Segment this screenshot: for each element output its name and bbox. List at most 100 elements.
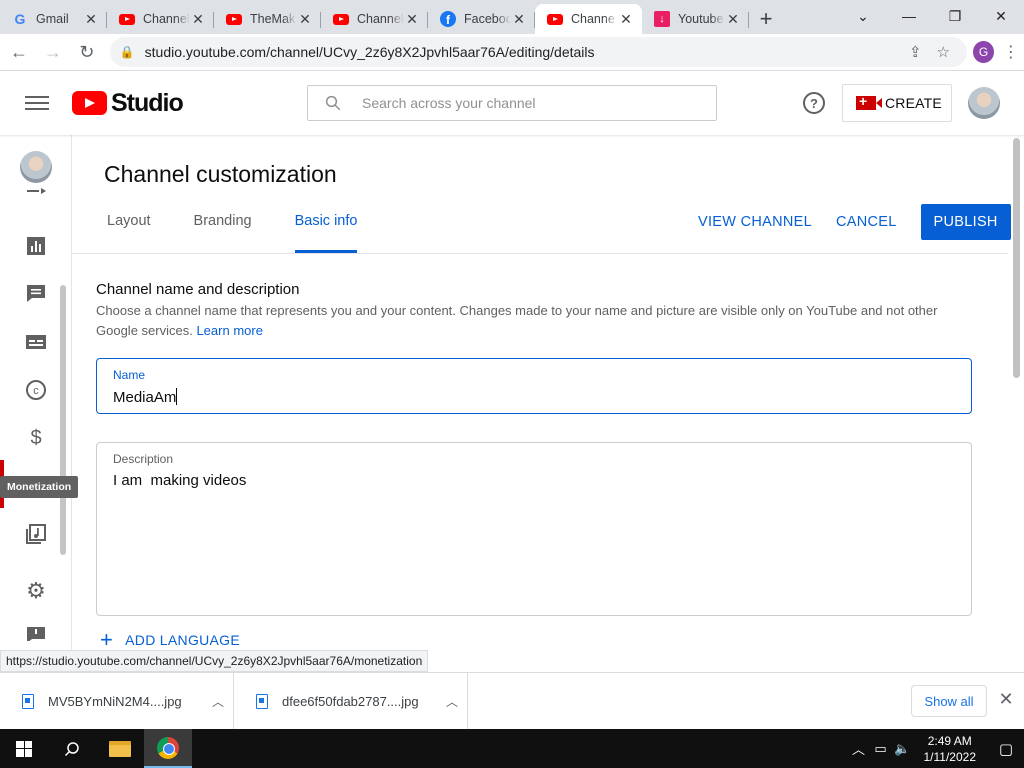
chevron-up-icon[interactable]: ︿ xyxy=(437,693,467,710)
monetization-tooltip: Monetization xyxy=(0,476,79,498)
hamburger-menu-icon[interactable] xyxy=(25,92,49,114)
image-file-icon xyxy=(256,693,268,709)
description-label: Description xyxy=(113,452,174,466)
download-filename: dfee6f50fdab2787....jpg xyxy=(282,693,419,709)
browser-tab-themak[interactable]: TheMak ✕ xyxy=(214,4,321,34)
download-filename: MV5BYmNiN2M4....jpg xyxy=(48,693,182,709)
audio-library-icon[interactable] xyxy=(24,522,48,546)
close-tab-icon[interactable]: ✕ xyxy=(725,11,741,27)
monetization-icon[interactable]: $ xyxy=(24,426,48,450)
address-bar[interactable]: 🔒 studio.youtube.com/channel/UCvy_2z6y8X… xyxy=(109,37,968,67)
name-label: Name xyxy=(113,368,146,382)
name-input[interactable]: MediaAm xyxy=(113,388,955,406)
youtube-icon xyxy=(333,11,349,27)
sidebar-scrollbar[interactable] xyxy=(60,285,66,555)
create-button[interactable]: CREATE xyxy=(842,84,952,122)
bookmark-star-icon[interactable]: ☆ xyxy=(929,43,957,61)
copyright-icon[interactable]: c xyxy=(24,378,48,402)
add-language-button[interactable]: + ADD LANGUAGE xyxy=(100,629,240,651)
browser-tab-youtube-downloader[interactable]: ↓ Youtube ✕ xyxy=(642,4,749,34)
volume-icon[interactable]: 🔈 xyxy=(892,741,914,757)
subtitles-icon[interactable] xyxy=(24,330,48,354)
settings-icon[interactable]: ⚙ xyxy=(24,578,48,603)
start-button[interactable] xyxy=(0,729,48,768)
download-item[interactable]: MV5BYmNiN2M4....jpg ︿ xyxy=(0,672,234,730)
channel-avatar[interactable] xyxy=(20,151,52,183)
section-description: Choose a channel name that represents yo… xyxy=(96,301,956,341)
browser-tab-channel-2[interactable]: Channel ✕ xyxy=(321,4,428,34)
feedback-icon[interactable] xyxy=(24,627,48,641)
page-scrollbar[interactable] xyxy=(1013,138,1020,378)
lock-icon: 🔒 xyxy=(119,45,135,59)
browser-menu-icon[interactable]: ⋮ xyxy=(998,42,1024,62)
tab-title: Gmail xyxy=(36,12,69,26)
search-icon xyxy=(325,95,341,111)
restore-button[interactable]: ❐ xyxy=(932,0,978,32)
close-downloads-icon[interactable]: ✕ xyxy=(996,689,1016,711)
network-icon[interactable]: ▭ xyxy=(870,741,892,757)
file-explorer-icon[interactable] xyxy=(96,729,144,768)
youtube-icon xyxy=(119,11,135,27)
close-tab-icon[interactable]: ✕ xyxy=(511,11,527,27)
youtube-logo-icon xyxy=(72,91,107,115)
url-text[interactable]: studio.youtube.com/channel/UCvy_2z6y8X2J… xyxy=(145,44,902,60)
notifications-icon[interactable]: ▢ xyxy=(988,740,1024,758)
clock[interactable]: 2:49 AM 1/11/2022 xyxy=(924,733,977,765)
new-tab-button[interactable]: + xyxy=(749,4,783,34)
show-all-button[interactable]: Show all xyxy=(911,685,987,717)
search-input[interactable]: Search across your channel xyxy=(307,85,717,121)
share-icon[interactable]: ⇪ xyxy=(901,43,929,61)
back-arrow-icon[interactable]: ← xyxy=(4,36,34,68)
account-avatar[interactable] xyxy=(968,87,1000,119)
close-tab-icon[interactable]: ✕ xyxy=(190,11,206,27)
page-actions: VIEW CHANNEL CANCEL PUBLISH xyxy=(698,204,1011,240)
left-sidebar: c $ ⚙ xyxy=(0,135,72,672)
forward-arrow-icon[interactable]: → xyxy=(38,36,68,68)
clock-date: 1/11/2022 xyxy=(923,749,977,764)
tray-chevron-icon[interactable]: ︿ xyxy=(848,739,870,758)
close-window-button[interactable]: ✕ xyxy=(978,0,1024,32)
tab-title: Channe xyxy=(571,12,615,26)
youtube-icon xyxy=(226,11,242,27)
tab-branding[interactable]: Branding xyxy=(194,213,252,253)
browser-tab-channel-active[interactable]: Channe ✕ xyxy=(535,4,642,34)
taskbar-search-icon[interactable] xyxy=(48,729,96,768)
browser-tab-gmail[interactable]: G Gmail ✕ xyxy=(0,4,107,34)
tab-title: Channel xyxy=(357,12,404,26)
publish-button[interactable]: PUBLISH xyxy=(920,204,1011,240)
content-icon[interactable] xyxy=(24,187,48,199)
chrome-taskbar-icon[interactable] xyxy=(144,729,192,768)
status-url-bubble: https://studio.youtube.com/channel/UCvy_… xyxy=(0,650,429,672)
help-icon[interactable]: ? xyxy=(803,92,825,114)
name-field[interactable]: Name MediaAm xyxy=(96,358,972,414)
download-item[interactable]: dfee6f50fdab2787....jpg ︿ xyxy=(234,672,468,730)
main-content: Channel customization Layout Branding Ba… xyxy=(72,135,1024,672)
minimize-button[interactable]: — xyxy=(886,0,932,32)
close-tab-icon[interactable]: ✕ xyxy=(618,11,634,27)
learn-more-link[interactable]: Learn more xyxy=(196,323,262,338)
profile-avatar[interactable]: G xyxy=(973,41,994,63)
tab-basic-info[interactable]: Basic info xyxy=(294,213,357,253)
comments-icon[interactable] xyxy=(24,281,48,305)
browser-tab-facebook[interactable]: f Facebook ✕ xyxy=(428,4,535,34)
description-textarea[interactable]: I am making videos xyxy=(113,472,955,489)
text-caret xyxy=(176,388,178,405)
customization-tabs: Layout Branding Basic info xyxy=(107,213,400,253)
studio-logo[interactable]: Studio xyxy=(72,89,184,118)
tab-divider xyxy=(72,253,1008,254)
close-tab-icon[interactable]: ✕ xyxy=(404,11,420,27)
page-title: Channel customization xyxy=(104,161,337,187)
cancel-button[interactable]: CANCEL xyxy=(836,214,897,230)
view-channel-button[interactable]: VIEW CHANNEL xyxy=(698,214,812,230)
browser-tab-channel[interactable]: Channel ✕ xyxy=(107,4,214,34)
chevron-up-icon[interactable]: ︿ xyxy=(203,693,233,710)
tab-search-icon[interactable]: ⌄ xyxy=(840,0,886,32)
close-tab-icon[interactable]: ✕ xyxy=(297,11,313,27)
create-video-icon xyxy=(856,93,882,110)
close-tab-icon[interactable]: ✕ xyxy=(83,11,99,27)
analytics-icon[interactable] xyxy=(24,234,48,258)
description-field[interactable]: Description I am making videos xyxy=(96,442,972,616)
search-placeholder: Search across your channel xyxy=(362,95,536,111)
reload-icon[interactable]: ↻ xyxy=(72,36,102,68)
tab-layout[interactable]: Layout xyxy=(107,213,151,253)
